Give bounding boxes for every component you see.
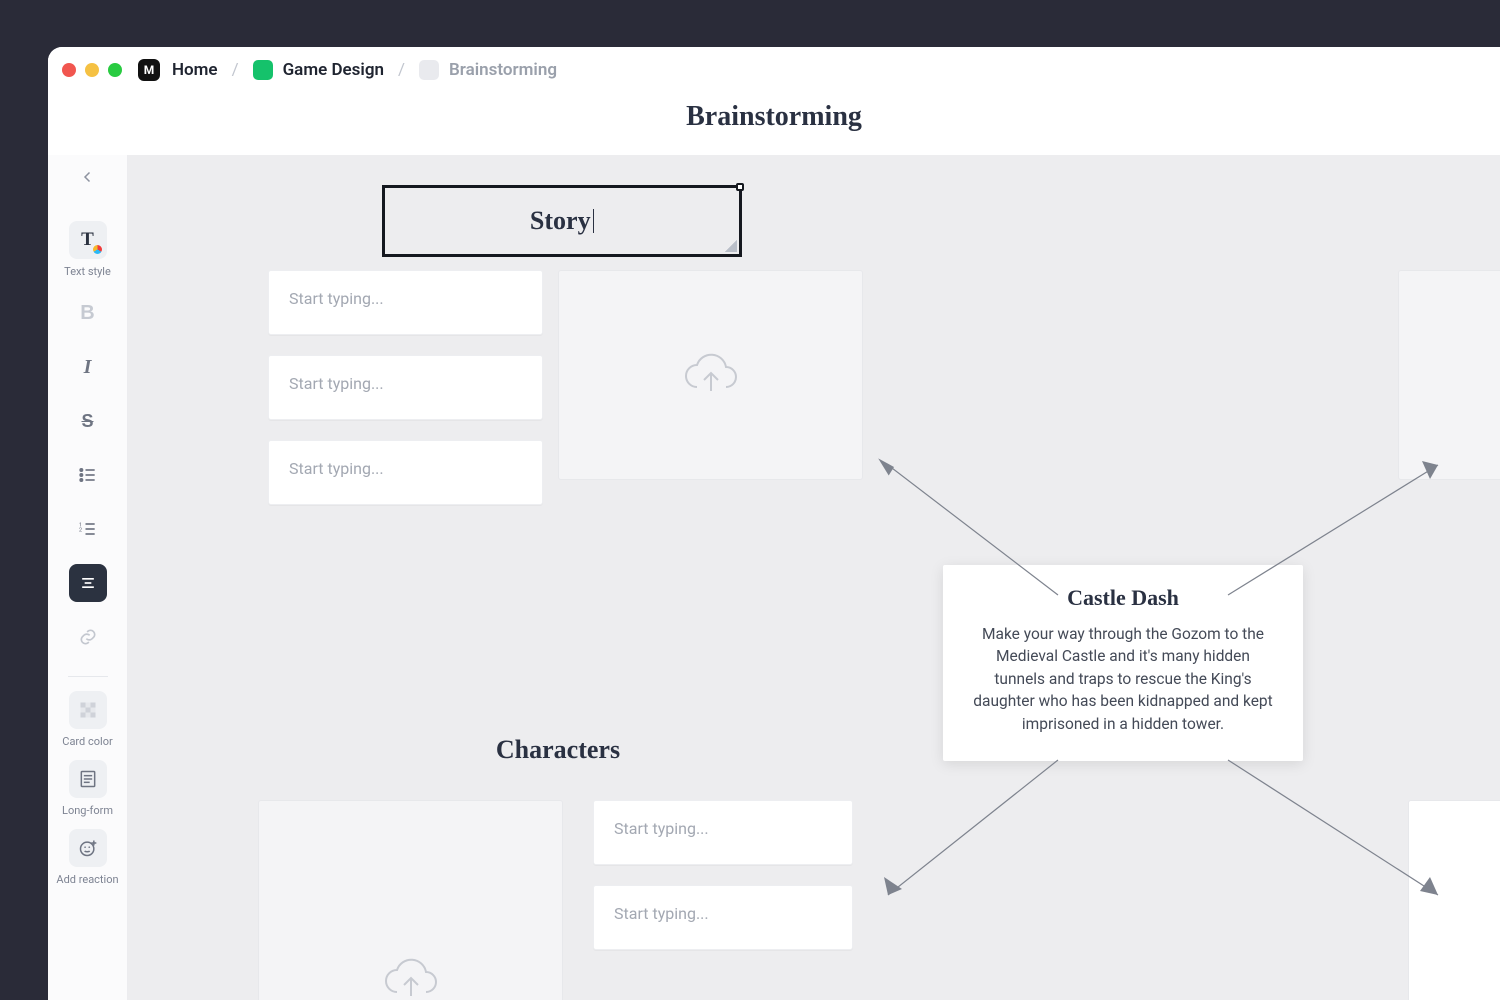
sidebar-back-button[interactable]: [68, 163, 108, 191]
note-card[interactable]: Start typing...: [268, 355, 543, 420]
bold-button[interactable]: B: [69, 294, 107, 332]
long-form-button[interactable]: [69, 760, 107, 798]
cloud-upload-icon: [682, 351, 740, 399]
long-form-label: Long-form: [62, 804, 113, 817]
add-reaction-label: Add reaction: [56, 873, 118, 886]
numbered-list-icon: 1 2: [78, 519, 98, 539]
central-card-body: Make your way through the Gozom to the M…: [971, 623, 1275, 735]
note-placeholder: Start typing...: [289, 459, 384, 478]
strikethrough-icon: S: [81, 411, 93, 432]
note-card[interactable]: Start typing...: [593, 885, 853, 950]
canvas[interactable]: Story Start typing... Start typing... St…: [128, 155, 1500, 1000]
heading-characters-text: Characters: [496, 735, 620, 765]
italic-button[interactable]: I: [69, 348, 107, 386]
project-color-chip: [253, 60, 273, 80]
workarea: T Text style B I S 1 2: [48, 155, 1500, 1000]
text-color-accent-icon: [93, 245, 102, 254]
card[interactable]: [1408, 800, 1500, 1000]
svg-text:2: 2: [78, 528, 82, 534]
note-card[interactable]: Start typing...: [268, 440, 543, 505]
text-style-button[interactable]: T: [69, 221, 107, 259]
page-color-chip: [419, 60, 439, 80]
breadcrumb-current[interactable]: Brainstorming: [419, 60, 557, 80]
note-placeholder: Start typing...: [614, 819, 709, 838]
minimize-window-button[interactable]: [85, 63, 99, 77]
note-card[interactable]: Start typing...: [593, 800, 853, 865]
text-style-glyph-icon: T: [81, 229, 94, 251]
note-placeholder: Start typing...: [289, 374, 384, 393]
upload-card[interactable]: [1398, 270, 1500, 480]
zoom-window-button[interactable]: [108, 63, 122, 77]
card-color-label: Card color: [62, 735, 112, 748]
breadcrumb-project-label: Game Design: [283, 60, 384, 80]
breadcrumb-home[interactable]: Home: [172, 60, 218, 80]
numbered-list-button[interactable]: 1 2: [69, 510, 107, 548]
breadcrumb: Home / Game Design / Brainstorming: [172, 60, 557, 80]
transparency-icon: [78, 700, 98, 720]
upload-card[interactable]: [258, 800, 563, 1000]
breadcrumb-separator: /: [398, 60, 405, 80]
titlebar: M Home / Game Design / Brainstorming: [48, 47, 1500, 93]
central-card-title: Castle Dash: [971, 585, 1275, 611]
italic-icon: I: [84, 356, 92, 379]
bulleted-list-button[interactable]: [69, 456, 107, 494]
breadcrumb-current-label: Brainstorming: [449, 60, 557, 80]
resize-handle[interactable]: [725, 240, 737, 252]
text-style-label: Text style: [64, 265, 111, 278]
note-card[interactable]: Start typing...: [268, 270, 543, 335]
connector-arrow: [868, 745, 1088, 905]
app-window: M Home / Game Design / Brainstorming Bra…: [48, 47, 1500, 1000]
breadcrumb-project[interactable]: Game Design: [253, 60, 384, 80]
heading-card-characters[interactable]: Characters: [378, 725, 738, 775]
close-window-button[interactable]: [62, 63, 76, 77]
app-logo-icon: M: [138, 59, 160, 81]
bold-icon: B: [80, 302, 94, 325]
upload-card[interactable]: [558, 270, 863, 480]
sidebar-separator: [68, 676, 108, 677]
card-color-button[interactable]: [69, 691, 107, 729]
format-sidebar: T Text style B I S 1 2: [48, 155, 128, 1000]
note-placeholder: Start typing...: [614, 904, 709, 923]
align-center-icon: [78, 573, 98, 593]
link-button[interactable]: [69, 618, 107, 656]
selection-handle[interactable]: [736, 183, 744, 191]
align-center-button[interactable]: [69, 564, 107, 602]
long-form-icon: [78, 769, 98, 789]
page-title: Brainstorming: [48, 93, 1500, 155]
central-card[interactable]: Castle Dash Make your way through the Go…: [943, 565, 1303, 761]
strikethrough-button[interactable]: S: [69, 402, 107, 440]
heading-card-story[interactable]: Story: [382, 185, 742, 257]
bulleted-list-icon: [78, 465, 98, 485]
cloud-upload-icon: [382, 956, 440, 1000]
text-caret: [593, 209, 595, 233]
note-placeholder: Start typing...: [289, 289, 384, 308]
add-reaction-icon: [78, 838, 98, 858]
add-reaction-button[interactable]: [69, 829, 107, 867]
window-controls: [62, 63, 122, 77]
link-icon: [78, 627, 98, 647]
breadcrumb-separator: /: [232, 60, 239, 80]
heading-story-text: Story: [530, 206, 591, 236]
